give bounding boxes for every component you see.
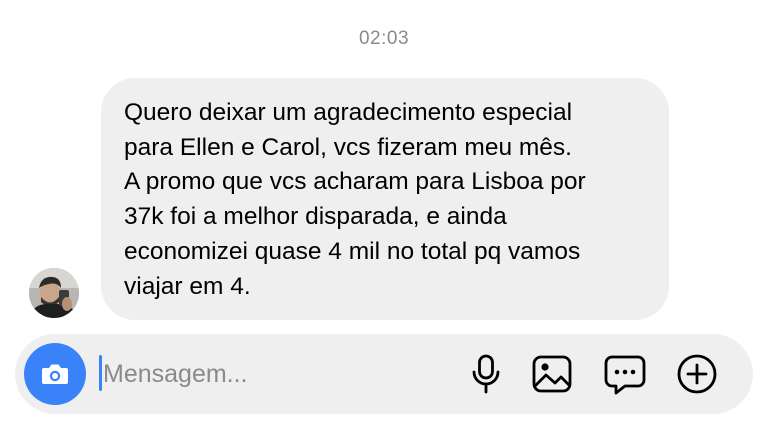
microphone-icon <box>472 354 500 394</box>
message-text: Quero deixar um agradecimento especial p… <box>124 99 586 300</box>
plus-circle-icon <box>677 354 717 394</box>
received-message-row: Quero deixar um agradecimento especial p… <box>0 78 768 320</box>
avatar[interactable] <box>29 268 79 318</box>
message-timestamp: 02:03 <box>358 28 410 49</box>
camera-button[interactable] <box>24 343 86 405</box>
more-options-button[interactable] <box>675 352 719 396</box>
sticker-button[interactable] <box>603 352 647 396</box>
gallery-button[interactable] <box>530 352 574 396</box>
avatar-photo <box>29 268 79 318</box>
image-icon <box>532 355 572 393</box>
camera-icon <box>42 364 68 384</box>
message-bubble[interactable]: Quero deixar um agradecimento especial p… <box>101 78 669 320</box>
message-composer <box>15 334 753 414</box>
chat-bubble-icon <box>604 355 646 395</box>
microphone-button[interactable] <box>464 352 508 396</box>
message-input[interactable] <box>98 354 443 394</box>
chat-screen: 02:03 Quero deixar um agradecimento espe… <box>0 0 768 427</box>
